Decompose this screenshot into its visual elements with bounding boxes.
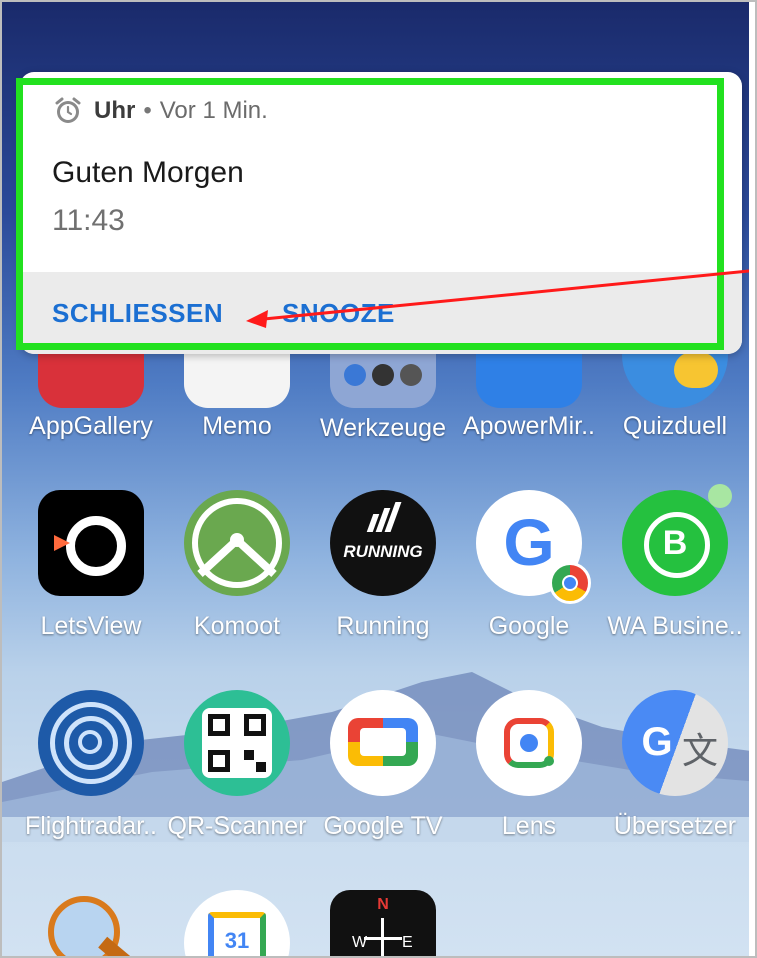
compass-north: N: [377, 896, 389, 913]
app-label: WA Busine..: [607, 612, 743, 640]
snooze-button[interactable]: SNOOZE: [282, 298, 395, 329]
alarm-clock-icon: [55, 97, 81, 123]
komoot-icon: [184, 490, 290, 596]
app-label: Übersetzer: [613, 812, 737, 840]
notification-header: Uhr • Vor 1 Min.: [54, 94, 268, 128]
app-label: Lens: [501, 812, 557, 840]
app-label: Google TV: [323, 812, 443, 840]
app-label: ApowerMir..: [463, 412, 595, 440]
app-label: Running: [336, 612, 430, 640]
wa-b-letter: B: [662, 524, 688, 562]
calendar-day: 31: [224, 928, 250, 953]
google-tv-icon: [330, 690, 436, 796]
alarm-notification[interactable]: Uhr • Vor 1 Min. Guten Morgen 11:43 SCHL…: [20, 72, 742, 354]
app-label: AppGallery: [29, 412, 153, 440]
app-label: Flightradar..: [24, 812, 157, 840]
app-label: Werkzeuge: [320, 414, 446, 442]
flightradar-icon: [38, 690, 144, 796]
app-label: QR-Scanner: [167, 812, 307, 840]
notification-dot: [708, 484, 732, 508]
app-label: LetsView: [40, 612, 142, 640]
notification-app-name: Uhr: [94, 97, 136, 124]
compass-icon: N W E: [330, 890, 436, 956]
notification-time-ago: Vor 1 Min.: [159, 97, 268, 124]
app-label: Komoot: [193, 612, 281, 640]
app-label: Quizduell: [622, 412, 728, 440]
running-icon-text: RUNNING: [343, 542, 423, 561]
screen-edge: [749, 2, 755, 956]
translate-icon: G 文: [622, 690, 728, 796]
whatsapp-business-icon: B: [622, 490, 728, 596]
chrome-badge-icon: [549, 562, 591, 604]
app-label: Google: [488, 612, 570, 640]
notification-title: Guten Morgen: [52, 156, 244, 189]
running-icon: RUNNING: [330, 490, 436, 596]
translate-g-letter: G: [641, 720, 673, 764]
phone-screen: AppGallery Memo Werkzeuge ApowerMir.. Qu…: [0, 0, 757, 958]
lens-icon: [476, 690, 582, 796]
notification-time: 11:43: [52, 204, 125, 237]
qr-scanner-icon: [184, 690, 290, 796]
app-label: Memo: [202, 412, 272, 440]
letsview-icon: [38, 490, 144, 596]
dismiss-button[interactable]: SCHLIESSEN: [52, 298, 223, 329]
header-separator: •: [143, 97, 152, 124]
